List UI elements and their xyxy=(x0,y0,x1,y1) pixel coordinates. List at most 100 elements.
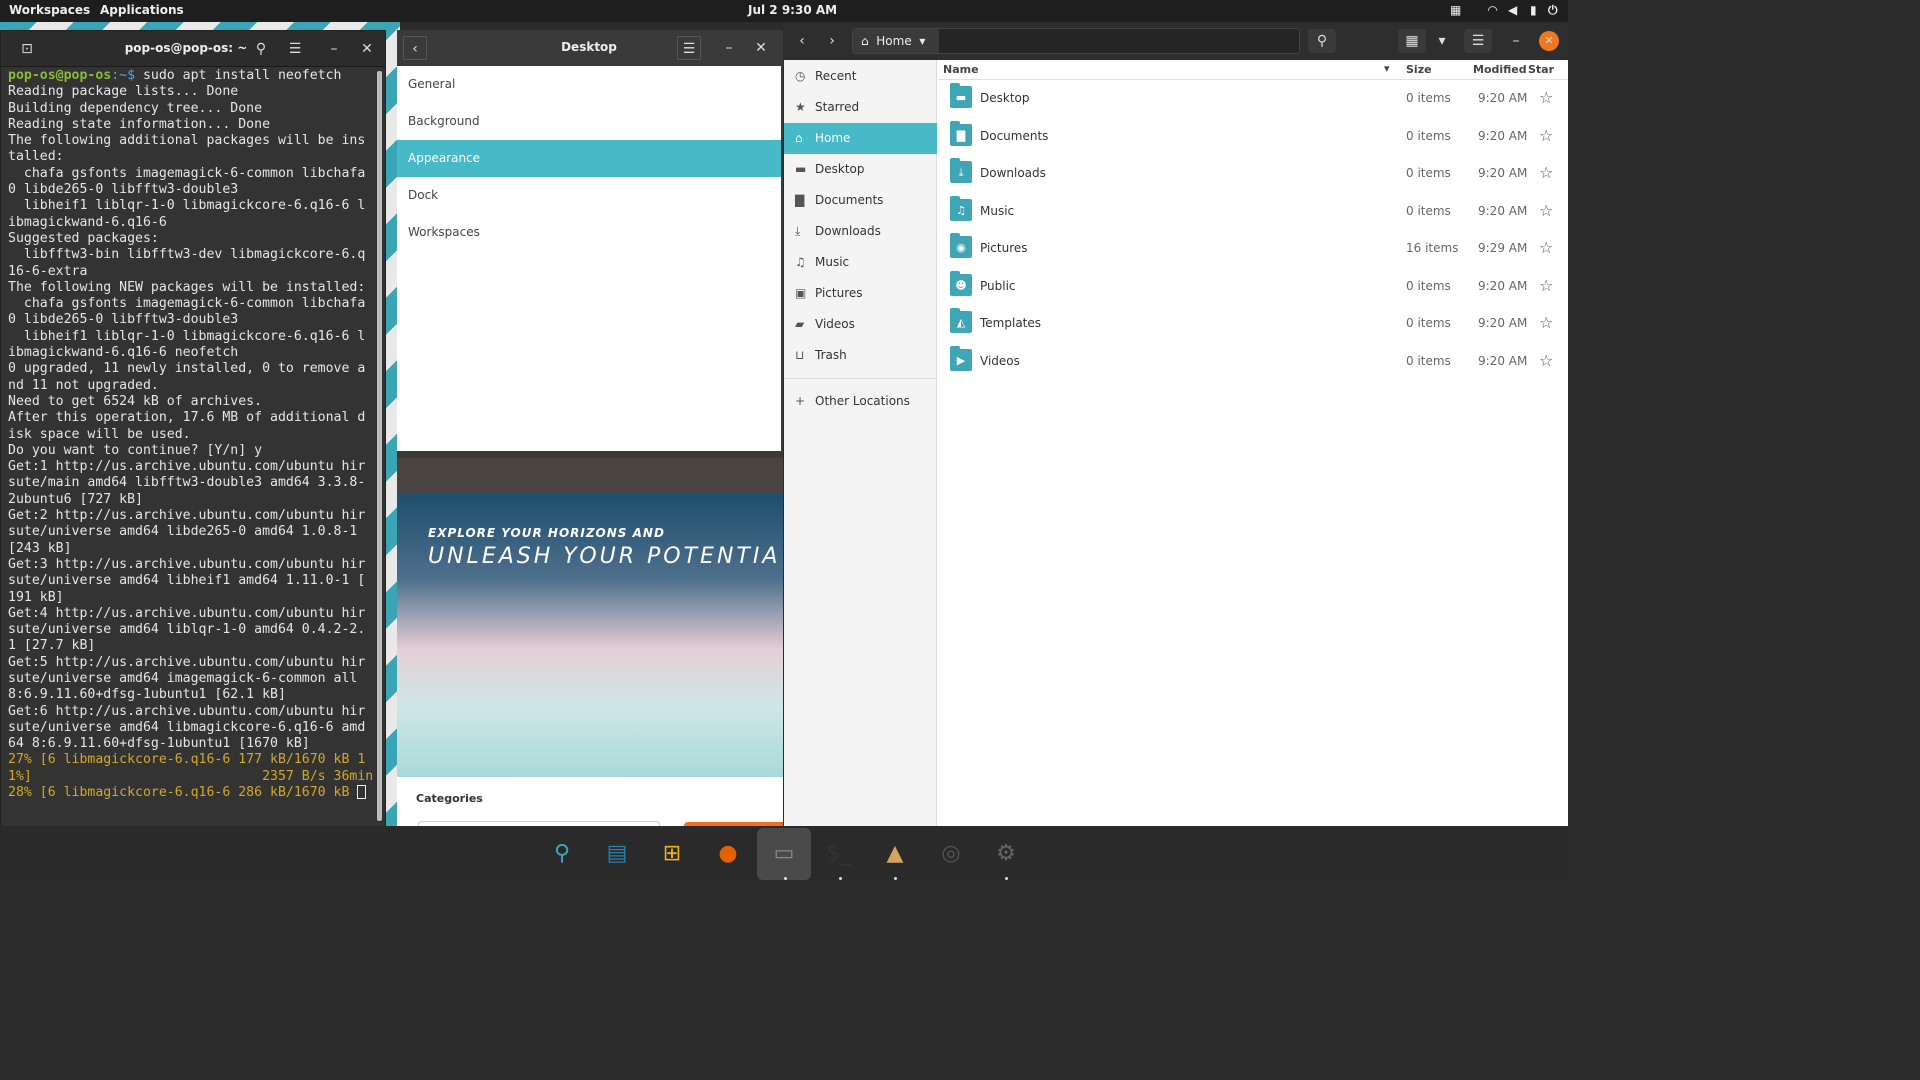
column-modified[interactable]: Modified xyxy=(1473,63,1527,76)
volume-icon[interactable]: ◀ xyxy=(1508,3,1517,17)
menu-icon[interactable]: ☰ xyxy=(1464,29,1492,53)
minimize-icon[interactable]: – xyxy=(1504,29,1528,53)
document-icon: ▇ xyxy=(795,193,805,207)
file-row[interactable]: ▇ Documents 0 items 9:20 AM ☆ xyxy=(938,118,1568,155)
workspaces-button[interactable]: Workspaces xyxy=(9,3,90,17)
files-window[interactable]: ‹ › ⌂ Home ▾ ⚲ ▦ ▾ ☰ – ✕ ◷ Recent ★ Starred… xyxy=(784,22,1568,827)
location-bar[interactable]: ⌂ Home ▾ xyxy=(852,28,1300,54)
sidebar-item-downloads[interactable]: ⤓ Downloads xyxy=(784,216,937,247)
close-icon[interactable]: ✕ xyxy=(1539,31,1559,51)
sidebar-item-music[interactable]: ♫ Music xyxy=(784,247,937,278)
terminal-header: ⊡ pop-os@pop-os: ~ ⚲ ☰ – ✕ xyxy=(1,31,385,67)
file-name: Music xyxy=(980,203,1015,218)
settings-window[interactable]: ‹ Desktop ☰ – ✕ General Background Appeara… xyxy=(397,30,783,827)
star-icon[interactable]: ☆ xyxy=(1539,163,1553,182)
column-size[interactable]: Size xyxy=(1406,63,1432,76)
path-home-label: Home xyxy=(876,34,912,48)
home-icon: ⌂ xyxy=(795,131,803,145)
sidebar-item-home[interactable]: ⌂ Home xyxy=(784,123,937,154)
settings-item-workspaces[interactable]: Workspaces xyxy=(397,214,781,251)
file-row[interactable]: ▬ Desktop 0 items 9:20 AM ☆ xyxy=(938,80,1568,117)
sidebar-item-label: Desktop xyxy=(815,162,865,176)
menu-icon[interactable]: ☰ xyxy=(677,36,701,60)
top-panel: Workspaces Applications Jul 2 9:30 AM ▦ … xyxy=(0,0,1568,22)
sidebar-item-trash[interactable]: ⊔ Trash xyxy=(784,340,937,371)
sidebar-item-other-locations[interactable]: + Other Locations xyxy=(784,386,937,417)
star-icon[interactable]: ☆ xyxy=(1539,276,1553,295)
applications-button[interactable]: Applications xyxy=(100,3,184,17)
file-name: Public xyxy=(980,278,1016,293)
sidebar-item-documents[interactable]: ▇ Documents xyxy=(784,185,937,216)
power-icon[interactable]: ⏻ xyxy=(1548,3,1558,18)
chevron-down-icon[interactable]: ▾ xyxy=(1430,29,1454,53)
star-icon[interactable]: ☆ xyxy=(1539,351,1553,370)
sidebar-item-label: Downloads xyxy=(815,224,881,238)
star-icon[interactable]: ☆ xyxy=(1539,126,1553,145)
star-icon[interactable]: ☆ xyxy=(1539,201,1553,220)
back-icon[interactable]: ‹ xyxy=(790,29,814,53)
terminal-app-icon[interactable]: $_ xyxy=(819,834,859,874)
search-icon[interactable]: ⚲ xyxy=(249,37,273,61)
file-row[interactable]: ◭ Templates 0 items 9:20 AM ☆ xyxy=(938,305,1568,342)
installer-app-icon[interactable]: ◎ xyxy=(931,834,971,874)
files-app-icon[interactable]: ▭ xyxy=(757,828,811,880)
file-modified: 9:29 AM xyxy=(1478,241,1528,255)
star-icon[interactable]: ☆ xyxy=(1539,313,1553,332)
settings-app-icon[interactable]: ⚙ xyxy=(986,834,1026,874)
battery-icon[interactable]: ▮ xyxy=(1530,3,1537,17)
minimize-icon[interactable]: – xyxy=(322,37,346,61)
popshop-app-icon[interactable]: ▲ xyxy=(875,834,915,874)
sidebar-item-starred[interactable]: ★ Starred xyxy=(784,92,937,123)
terminal-output[interactable]: pop-os@pop-os:~$ sudo apt install neofet… xyxy=(8,68,378,801)
star-icon[interactable]: ☆ xyxy=(1539,88,1553,107)
star-icon[interactable]: ☆ xyxy=(1539,238,1553,257)
settings-item-dock[interactable]: Dock xyxy=(397,177,781,214)
wifi-icon[interactable]: ◠ xyxy=(1488,3,1497,17)
file-modified: 9:20 AM xyxy=(1478,166,1528,180)
workspaces-app-icon[interactable]: ▤ xyxy=(597,834,637,874)
running-indicator xyxy=(839,877,842,880)
grid-view-icon[interactable]: ▦ xyxy=(1398,29,1426,53)
settings-item-general[interactable]: General xyxy=(397,66,781,103)
file-row[interactable]: ♫ Music 0 items 9:20 AM ☆ xyxy=(938,193,1568,230)
search-icon[interactable]: ⚲ xyxy=(1308,29,1336,53)
sidebar-item-pictures[interactable]: ▣ Pictures xyxy=(784,278,937,309)
column-star[interactable]: Star xyxy=(1528,63,1554,76)
file-row[interactable]: ◉ Pictures 16 items 9:29 AM ☆ xyxy=(938,230,1568,267)
downloads-folder-icon: ⤓ xyxy=(950,158,972,183)
file-modified: 9:20 AM xyxy=(1478,203,1528,218)
minimize-icon[interactable]: – xyxy=(717,36,741,60)
sort-chevron-icon[interactable]: ▾ xyxy=(1384,62,1390,75)
settings-header: ‹ Desktop ☰ – ✕ xyxy=(397,30,783,66)
workspace-indicator-icon[interactable]: ▦ xyxy=(1450,3,1461,17)
applications-grid-icon[interactable]: ⊞ xyxy=(652,834,692,874)
download-progress: 27% [6 libmagickcore-6.q16-6 177 kB/1670… xyxy=(8,752,374,801)
sidebar-item-videos[interactable]: ▰ Videos xyxy=(784,309,937,340)
menu-icon[interactable]: ☰ xyxy=(283,37,307,61)
clock[interactable]: Jul 2 9:30 AM xyxy=(748,3,837,17)
running-indicator xyxy=(894,877,897,880)
terminal-scrollbar[interactable] xyxy=(377,71,382,821)
settings-item-appearance[interactable]: Appearance xyxy=(397,140,781,177)
file-row[interactable]: ⤓ Downloads 0 items 9:20 AM ☆ xyxy=(938,155,1568,192)
search-app-icon[interactable]: ⚲ xyxy=(542,834,582,874)
sidebar-item-desktop[interactable]: ▬ Desktop xyxy=(784,154,937,185)
video-icon: ▰ xyxy=(795,317,805,331)
file-size: 0 items xyxy=(1406,353,1451,368)
path-button-home[interactable]: ⌂ Home ▾ xyxy=(853,29,939,53)
file-name: Videos xyxy=(980,353,1020,368)
file-row[interactable]: ▶ Videos 0 items 9:20 AM ☆ xyxy=(938,343,1568,380)
close-icon[interactable]: ✕ xyxy=(355,37,379,61)
close-icon[interactable]: ✕ xyxy=(749,36,773,60)
popshop-banner[interactable]: EXPLORE YOUR HORIZONS AND UNLEASH YOUR P… xyxy=(397,494,783,777)
apt-output: Reading package lists... Done Building d… xyxy=(8,84,366,752)
column-name[interactable]: Name xyxy=(943,63,979,76)
forward-icon[interactable]: › xyxy=(820,29,844,53)
terminal-window[interactable]: ⊡ pop-os@pop-os: ~ ⚲ ☰ – ✕ pop-os@pop-os… xyxy=(0,30,386,827)
settings-item-background[interactable]: Background xyxy=(397,103,781,140)
sidebar-item-label: Recent xyxy=(815,69,857,83)
firefox-icon[interactable]: ● xyxy=(708,834,748,874)
download-icon: ⤓ xyxy=(795,224,801,238)
sidebar-item-recent[interactable]: ◷ Recent xyxy=(784,61,937,92)
file-row[interactable]: ☻ Public 0 items 9:20 AM ☆ xyxy=(938,268,1568,305)
